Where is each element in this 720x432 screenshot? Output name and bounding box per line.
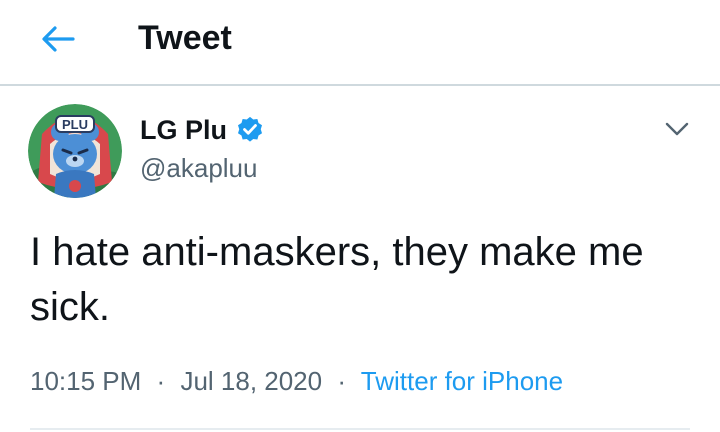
avatar[interactable]: PLU (28, 104, 122, 198)
tweet-meta: 10:15 PM · Jul 18, 2020 · Twitter for iP… (30, 363, 563, 399)
chevron-down-icon (665, 122, 689, 136)
back-button[interactable] (36, 22, 80, 56)
page-title: Tweet (138, 19, 232, 57)
more-options-button[interactable] (660, 114, 694, 144)
separator-dot: · (156, 366, 166, 396)
arrow-left-icon (42, 26, 75, 52)
tweet-screen: Tweet PLU LG Plu @akapluu I hate anti-ma… (0, 0, 720, 432)
tweet-date[interactable]: Jul 18, 2020 (180, 366, 322, 396)
tweet-source-link[interactable]: Twitter for iPhone (361, 366, 563, 396)
divider (30, 428, 690, 430)
author-name-row[interactable]: LG Plu (140, 112, 265, 148)
avatar-badge-text: PLU (62, 117, 88, 132)
avatar-image: PLU (28, 104, 122, 198)
tweet-time[interactable]: 10:15 PM (30, 366, 141, 396)
tweet-text: I hate anti-maskers, they make me sick. (30, 230, 644, 329)
verified-badge-icon (235, 115, 265, 145)
top-bar: Tweet (0, 0, 720, 86)
display-name[interactable]: LG Plu (140, 112, 227, 148)
user-handle[interactable]: @akapluu (140, 150, 257, 186)
separator-dot: · (337, 366, 347, 396)
